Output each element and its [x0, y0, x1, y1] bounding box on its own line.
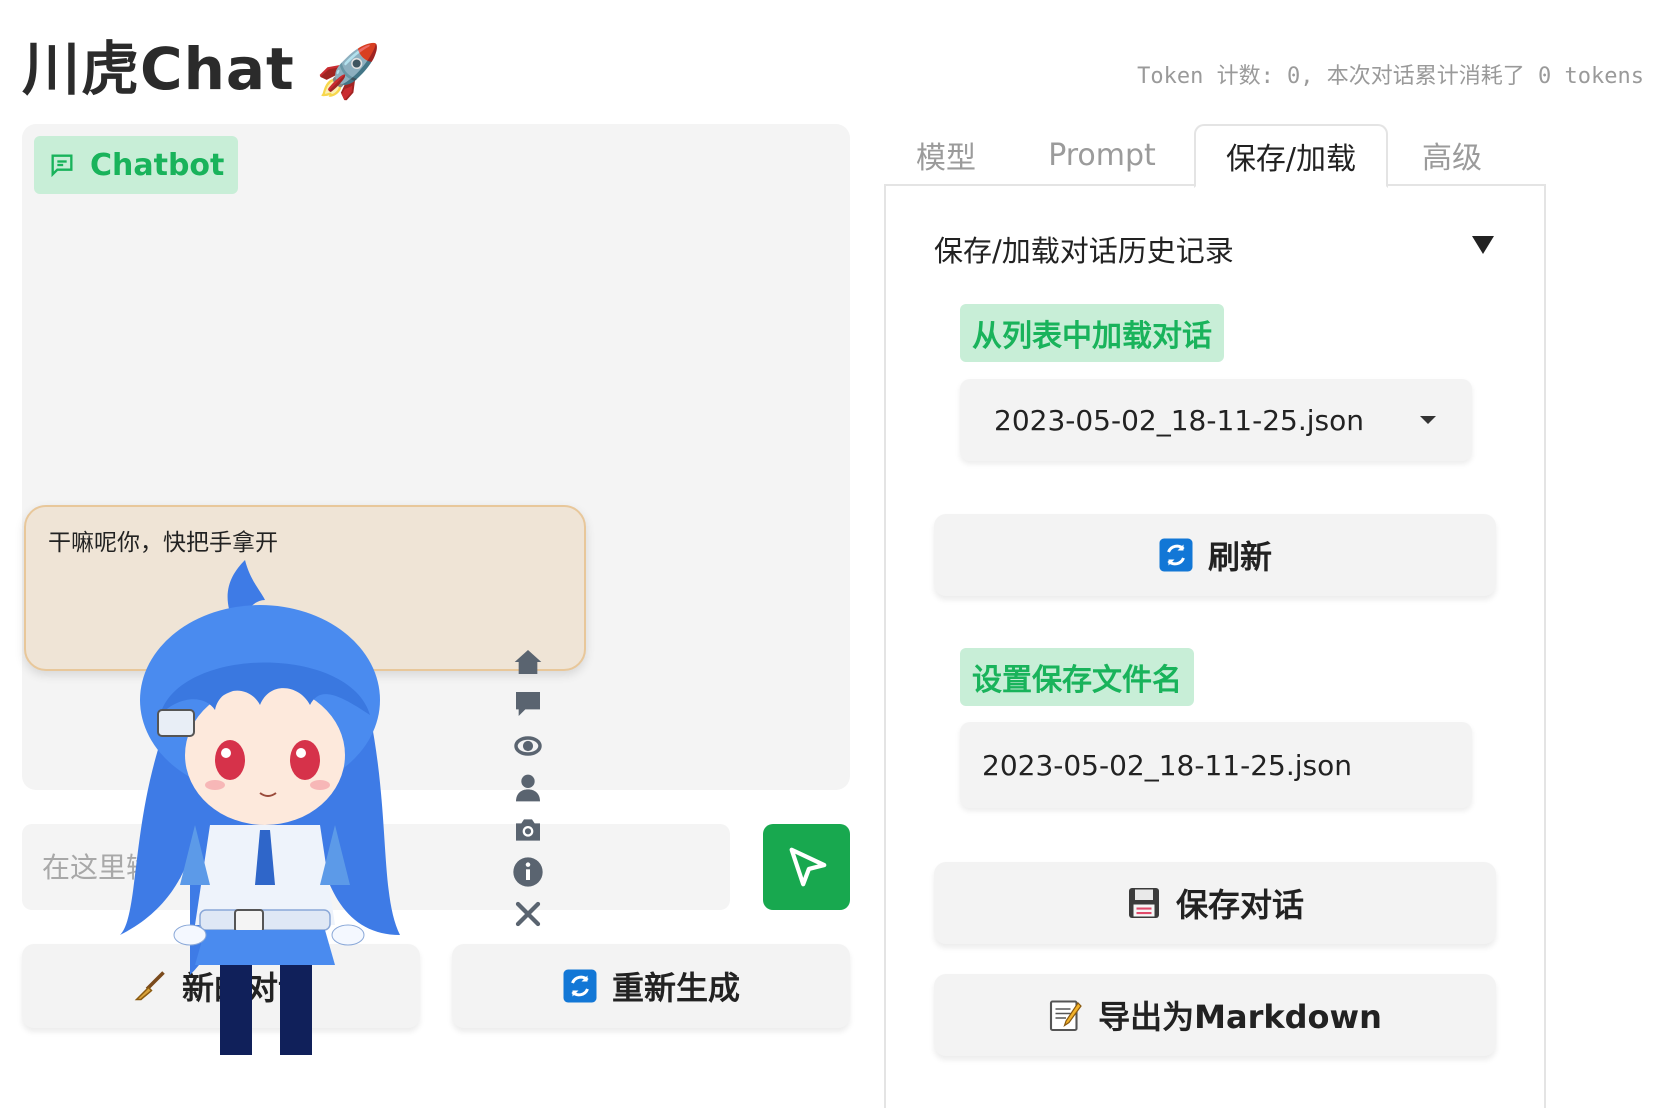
regenerate-button[interactable]: 重新生成 [452, 944, 850, 1028]
refresh-label: 刷新 [1207, 538, 1272, 576]
close-icon[interactable] [511, 897, 545, 931]
accordion-title[interactable]: 保存/加载对话历史记录 [934, 228, 1234, 270]
mascot-toolbar [510, 645, 546, 931]
floppy-disk-icon [1126, 885, 1162, 921]
filename-input[interactable]: 2023-05-02_18-11-25.json [960, 722, 1472, 808]
tab-advanced[interactable]: 高级 [1404, 124, 1500, 186]
tab-model[interactable]: 模型 [898, 124, 994, 186]
refresh-icon [562, 968, 598, 1004]
token-counter: Token 计数: 0, 本次对话累计消耗了 0 tokens [1137, 64, 1644, 89]
export-markdown-label: 导出为Markdown [1098, 998, 1382, 1036]
rocket-icon: 🚀 [315, 42, 382, 102]
mascot-character[interactable] [120, 555, 440, 1055]
send-button[interactable] [763, 824, 850, 910]
tab-save-load[interactable]: 保存/加载 [1194, 124, 1388, 188]
user-icon[interactable] [511, 771, 545, 805]
mascot-speech-text: 干嘛呢你，快把手拿开 [48, 530, 278, 556]
history-file-dropdown[interactable]: 2023-05-02_18-11-25.json [960, 379, 1472, 461]
app-title-text: 川虎Chat [22, 35, 295, 103]
info-icon[interactable] [511, 855, 545, 889]
save-chat-label: 保存对话 [1175, 886, 1304, 924]
save-chat-button[interactable]: 保存对话 [934, 862, 1496, 944]
chatbot-badge: Chatbot [34, 136, 239, 194]
app-title: 川虎Chat 🚀 [22, 22, 382, 106]
history-file-selected: 2023-05-02_18-11-25.json [994, 403, 1364, 437]
triangle-down-icon[interactable] [1470, 234, 1496, 256]
save-load-panel: 保存/加载对话历史记录 从列表中加载对话 2023-05-02_18-11-25… [884, 184, 1546, 1108]
comment-icon[interactable] [511, 687, 545, 721]
settings-tabs: 模型 Prompt 保存/加载 高级 [884, 124, 1546, 188]
regenerate-label: 重新生成 [611, 969, 740, 1007]
export-markdown-button[interactable]: 导出为Markdown [934, 974, 1496, 1056]
refresh-icon [1158, 537, 1194, 573]
caret-down-icon [1420, 416, 1436, 424]
camera-icon[interactable] [511, 813, 545, 847]
send-icon [789, 847, 826, 887]
memo-icon [1048, 997, 1084, 1033]
tab-prompt[interactable]: Prompt [1034, 124, 1170, 186]
chat-bubble-icon [51, 154, 73, 178]
home-icon[interactable] [511, 645, 545, 679]
refresh-button[interactable]: 刷新 [934, 514, 1496, 596]
eye-icon[interactable] [511, 729, 545, 763]
load-history-label: 从列表中加载对话 [960, 304, 1224, 362]
set-filename-label: 设置保存文件名 [960, 648, 1194, 706]
chatbot-label: Chatbot [90, 147, 225, 183]
